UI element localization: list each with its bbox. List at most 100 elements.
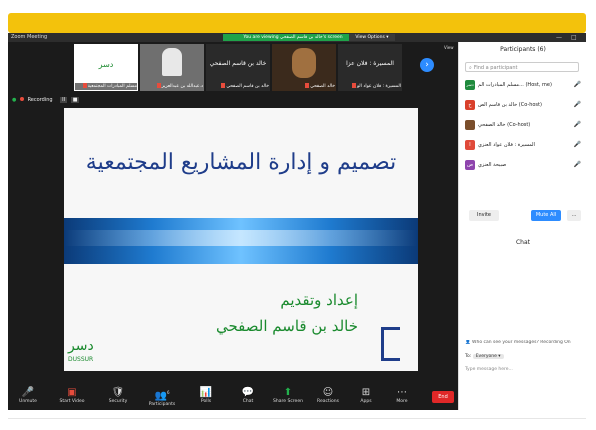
meeting-area: دسر مسلم المبادرات المجتمعية د.عبدالله ب… xyxy=(8,42,458,410)
mic-muted-icon: 🎤 xyxy=(573,81,581,88)
chat-button[interactable]: 💬 Chat xyxy=(230,387,266,404)
mic-muted-icon xyxy=(156,83,161,88)
mic-muted-icon xyxy=(221,83,226,88)
bracket-logo-icon xyxy=(381,327,400,361)
next-page-button[interactable]: › xyxy=(420,58,434,72)
slide-light-streak xyxy=(64,230,418,246)
video-tile[interactable]: خالد بن قاسم الصفحي خالد بن قاسم الصفحي xyxy=(206,44,270,91)
chat-visibility-note[interactable]: 👤 Who can see your messages? Recording O… xyxy=(465,340,585,345)
participant-name: مسلم المبادرات الم... (Host, me) xyxy=(478,82,552,88)
viewing-banner: You are viewing خالد بن قاسم الصفحي's sc… xyxy=(223,34,363,41)
participant-avatar: خ xyxy=(465,100,475,110)
tile-label: مسلم المبادرات المجتمعية xyxy=(75,83,137,90)
participant-count-badge: 6 xyxy=(166,390,170,395)
participants-header: Participants (6) xyxy=(500,46,546,53)
shield-icon: ● xyxy=(12,97,17,103)
participant-row[interactable]: خالد الصفحي (Co-host) 🎤 xyxy=(465,118,583,132)
video-tile[interactable]: د.عبدالله بن عبدالعزيز xyxy=(140,44,204,91)
microphone-muted-icon: 🎤 xyxy=(21,387,35,398)
participant-row[interactable]: دسر مسلم المبادرات الم... (Host, me) 🎤 xyxy=(465,78,583,92)
polls-button[interactable]: 📊 Polls xyxy=(188,387,224,404)
video-off-icon: ▣ xyxy=(67,387,77,398)
mic-muted-icon: 🎤 xyxy=(573,101,581,108)
end-meeting-button[interactable]: End xyxy=(432,391,454,403)
participant-avatar: دسر xyxy=(465,80,475,90)
tile-label: خالد الصفحي xyxy=(273,83,335,90)
participant-avatar xyxy=(292,48,316,78)
recording-dot-icon xyxy=(19,97,24,101)
apps-icon: ⊞ xyxy=(361,387,371,398)
video-tile[interactable]: دسر مسلم المبادرات المجتمعية xyxy=(74,44,138,91)
recording-indicator: ● Recording II ■ xyxy=(12,97,80,103)
mic-muted-icon xyxy=(82,83,87,88)
reactions-icon: ☺ xyxy=(322,387,334,398)
gallery-view-button[interactable]: View xyxy=(444,45,454,50)
meeting-toolbar: 🎤 Unmute ▣ Start Video 🛡 Security 👥6 Partici… xyxy=(8,385,458,410)
top-accent-bar xyxy=(8,13,586,33)
more-options-button[interactable]: ... xyxy=(567,210,581,221)
zoom-window: Zoom Meeting You are viewing خالد بن قاس… xyxy=(8,33,587,413)
participant-avatar xyxy=(465,120,475,130)
divider xyxy=(8,418,586,419)
screenshot-frame: Zoom Meeting You are viewing خالد بن قاس… xyxy=(0,0,596,430)
participants-panel: Participants (6) ⌕ Find a participant دسر… xyxy=(458,42,587,410)
mic-muted-icon: 🎤 xyxy=(573,161,581,168)
chat-message-input[interactable]: Type message here... xyxy=(465,367,513,372)
shield-icon: 🛡 xyxy=(111,387,125,398)
mic-muted-icon xyxy=(305,83,310,88)
apps-button[interactable]: ⊞ Apps xyxy=(348,387,384,404)
app-title: Zoom Meeting xyxy=(11,34,48,40)
participant-row[interactable]: ص صبيحة العنزي 🎤 xyxy=(465,158,583,172)
chat-recipient: To: Everyone ▾ xyxy=(465,354,504,359)
start-video-button[interactable]: ▣ Start Video xyxy=(54,387,90,404)
participant-avatar: ا xyxy=(465,140,475,150)
slide-prepared-by: إعداد وتقديم xyxy=(280,291,358,309)
video-strip: دسر مسلم المبادرات المجتمعية د.عبدالله ب… xyxy=(8,42,458,94)
participant-avatar: ص xyxy=(465,160,475,170)
search-icon: ⌕ xyxy=(469,65,472,71)
stop-recording-button[interactable]: ■ xyxy=(70,97,80,103)
participant-name: خالد الصفحي (Co-host) xyxy=(478,122,531,128)
unmute-button[interactable]: 🎤 Unmute xyxy=(10,387,46,404)
participant-row[interactable]: ا المسيرة : فلان عواد العنزي 🎤 xyxy=(465,138,583,152)
shared-slide: تصميم و إدارة المشاريع المجتمعية إعداد و… xyxy=(64,108,418,371)
minimize-icon[interactable]: — xyxy=(556,33,562,42)
mic-muted-icon: 🎤 xyxy=(573,141,581,148)
mute-all-button[interactable]: Mute All xyxy=(531,210,561,221)
participants-button[interactable]: 👥6 Participants xyxy=(144,387,180,407)
mic-muted-icon: 🎤 xyxy=(573,121,581,128)
chat-header: Chat xyxy=(515,239,531,246)
pause-recording-button[interactable]: II xyxy=(60,97,68,103)
tile-label: خالد بن قاسم الصفحي xyxy=(207,83,269,90)
view-options-button[interactable]: View Options ▾ xyxy=(349,34,395,41)
tile-label: د.عبدالله بن عبدالعزيز xyxy=(141,83,203,90)
people-icon: 👤 xyxy=(465,340,471,345)
tile-label: المسيرة : فلان عواد الو xyxy=(339,83,401,90)
reactions-button[interactable]: ☺ Reactions xyxy=(310,387,346,404)
chat-icon: 💬 xyxy=(241,387,255,398)
security-button[interactable]: 🛡 Security xyxy=(100,387,136,404)
slide-presenter-name: خالد بن قاسم الصفحي xyxy=(216,317,358,335)
participant-avatar xyxy=(162,48,182,76)
participant-search-input[interactable]: ⌕ Find a participant xyxy=(465,62,579,72)
more-button[interactable]: ⋯ More xyxy=(384,387,420,404)
slide-title: تصميم و إدارة المشاريع المجتمعية xyxy=(85,150,397,175)
polls-icon: 📊 xyxy=(199,387,213,398)
participants-icon: 👥6 xyxy=(154,390,170,402)
video-tile[interactable]: خالد الصفحي xyxy=(272,44,336,91)
participant-row[interactable]: خ خالد بن قاسم الص (Co-host) 🎤 xyxy=(465,98,583,112)
share-screen-icon: ⬆ xyxy=(283,387,293,398)
maximize-icon[interactable]: □ xyxy=(571,33,577,42)
participant-name: صبيحة العنزي xyxy=(478,162,507,168)
video-tile[interactable]: المسيرة : فلان عزا المسيرة : فلان عواد ا… xyxy=(338,44,402,91)
dussur-logo-sub: DUSSUR xyxy=(68,356,94,363)
dussur-logo: دسر xyxy=(68,338,94,354)
participant-name: المسيرة : فلان عواد العنزي xyxy=(478,142,535,148)
chat-recipient-select[interactable]: Everyone ▾ xyxy=(472,354,504,359)
share-screen-button[interactable]: ⬆ Share Screen xyxy=(270,387,306,404)
title-bar: Zoom Meeting You are viewing خالد بن قاس… xyxy=(8,33,586,42)
mic-muted-icon xyxy=(351,83,356,88)
participant-name: خالد بن قاسم الص (Co-host) xyxy=(478,102,542,108)
invite-button[interactable]: Invite xyxy=(469,210,499,221)
more-icon: ⋯ xyxy=(397,387,407,398)
